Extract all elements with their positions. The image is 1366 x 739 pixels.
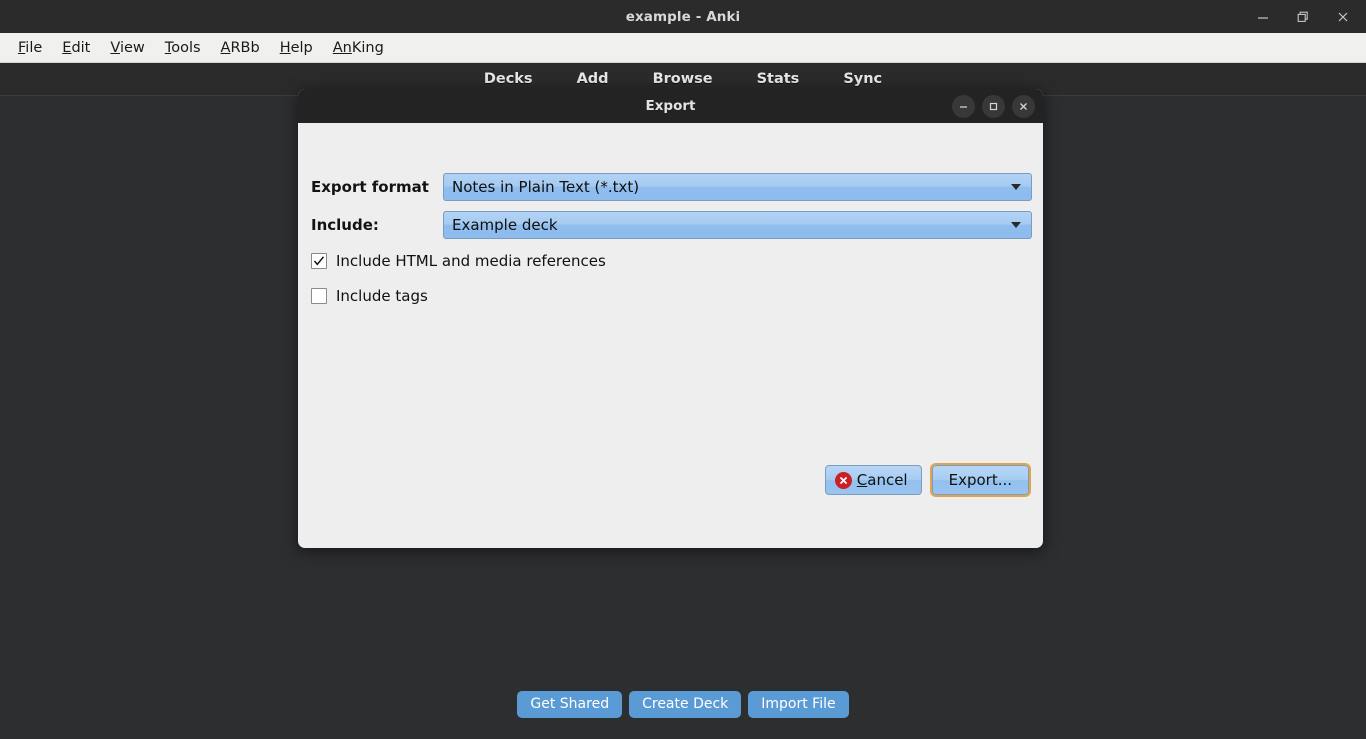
- export-dialog-title: Export: [645, 98, 696, 114]
- menu-tools-rest: ools: [171, 39, 201, 56]
- menubar: File Edit View Tools ARBb Help AnKing: [0, 33, 1366, 63]
- menu-tools[interactable]: Tools: [155, 37, 211, 59]
- get-shared-button[interactable]: Get Shared: [517, 690, 623, 719]
- menu-help-rest: elp: [290, 39, 313, 56]
- menu-anking-rest: King: [351, 39, 384, 56]
- include-tags-checkbox-row[interactable]: Include tags: [311, 287, 428, 305]
- menu-file-rest: ile: [25, 39, 43, 56]
- menu-file[interactable]: File: [8, 37, 52, 59]
- include-tags-label: Include tags: [336, 287, 428, 305]
- window-title: example - Anki: [625, 8, 741, 25]
- export-dialog-body: Export format Notes in Plain Text (*.txt…: [298, 123, 1043, 548]
- nav-add[interactable]: Add: [577, 71, 609, 87]
- export-dialog: Export Export format Notes in Plain Text…: [298, 89, 1043, 548]
- cancel-icon: [834, 471, 852, 489]
- include-tags-checkbox[interactable]: [311, 288, 327, 304]
- dialog-maximize-icon[interactable]: [982, 94, 1005, 118]
- window-controls: [1246, 0, 1360, 33]
- menu-view-rest: iew: [119, 39, 145, 56]
- menu-view-mnemonic: V: [110, 39, 120, 56]
- menu-arbb-mnemonic: A: [220, 39, 231, 56]
- dialog-close-icon[interactable]: [1012, 94, 1035, 118]
- export-format-label: Export format: [311, 178, 429, 196]
- include-html-checkbox-row[interactable]: Include HTML and media references: [311, 252, 606, 270]
- export-format-value: Notes in Plain Text (*.txt): [452, 178, 640, 196]
- nav-browse[interactable]: Browse: [653, 71, 713, 87]
- nav-decks[interactable]: Decks: [484, 71, 533, 87]
- window-restore-icon[interactable]: [1286, 3, 1320, 31]
- menu-arbb-rest: RBb: [230, 39, 260, 56]
- window-minimize-icon[interactable]: [1246, 3, 1280, 31]
- menu-anking[interactable]: AnKing: [323, 37, 394, 59]
- cancel-button[interactable]: Cancel: [824, 465, 922, 495]
- include-html-checkbox[interactable]: [311, 253, 327, 269]
- dialog-action-buttons: Cancel Export...: [824, 463, 1032, 497]
- include-deck-combobox[interactable]: Example deck: [443, 211, 1032, 239]
- main-window-titlebar: example - Anki: [0, 0, 1366, 33]
- include-deck-row: Include: Example deck: [311, 211, 1032, 239]
- export-button[interactable]: Export...: [929, 463, 1032, 497]
- cancel-rest: ancel: [867, 471, 908, 489]
- chevron-down-icon: [1011, 222, 1021, 228]
- menu-help[interactable]: Help: [270, 37, 323, 59]
- create-deck-button[interactable]: Create Deck: [629, 690, 742, 719]
- menu-view[interactable]: View: [100, 37, 154, 59]
- include-deck-value: Example deck: [452, 216, 558, 234]
- nav-sync[interactable]: Sync: [843, 71, 882, 87]
- export-dialog-titlebar: Export: [298, 89, 1043, 123]
- deck-bottom-toolbar: Get Shared Create Deck Import File: [0, 688, 1366, 721]
- chevron-down-icon: [1011, 184, 1021, 190]
- menu-edit-rest: dit: [71, 39, 91, 56]
- checkmark-icon: [313, 256, 325, 266]
- menu-anking-mnemonic: An: [332, 39, 352, 56]
- nav-stats[interactable]: Stats: [757, 71, 800, 87]
- window-close-icon[interactable]: [1326, 3, 1360, 31]
- cancel-mnemonic: C: [856, 471, 868, 489]
- export-format-row: Export format Notes in Plain Text (*.txt…: [311, 173, 1032, 201]
- dialog-minimize-icon[interactable]: [952, 94, 975, 118]
- menu-arbb[interactable]: ARBb: [211, 37, 270, 59]
- include-label: Include:: [311, 216, 379, 234]
- import-file-button[interactable]: Import File: [748, 690, 849, 719]
- menu-help-mnemonic: H: [279, 39, 291, 56]
- include-html-label: Include HTML and media references: [336, 252, 606, 270]
- cancel-button-label: Cancel: [857, 471, 908, 489]
- menu-edit[interactable]: Edit: [52, 37, 100, 59]
- export-dialog-controls: [952, 89, 1035, 123]
- export-format-combobox[interactable]: Notes in Plain Text (*.txt): [443, 173, 1032, 201]
